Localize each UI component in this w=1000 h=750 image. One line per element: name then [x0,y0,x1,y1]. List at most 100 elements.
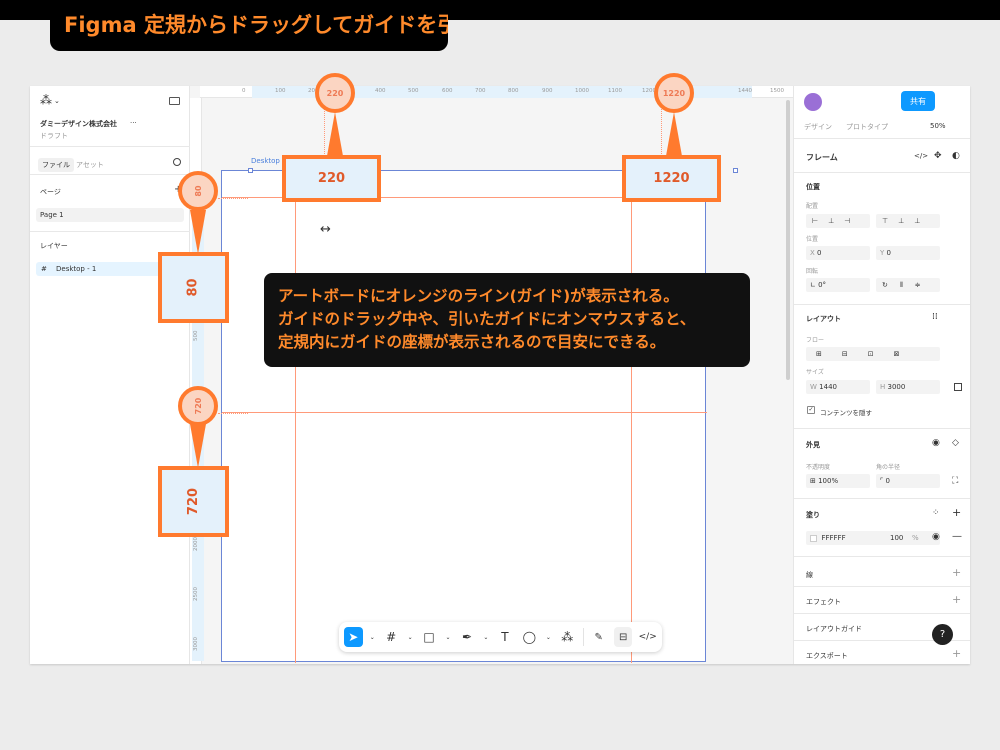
callout-box-1220: 1220 [622,155,721,202]
share-button[interactable]: 共有 [901,91,935,111]
tab-design[interactable]: デザイン [804,122,832,132]
resize-cursor-icon: ↔ [320,222,331,237]
callout-box-720: 720 [158,466,229,537]
stroke-heading[interactable]: 線 [806,570,813,580]
callout-pointer [666,112,682,156]
callout-circle-720: 720 [178,386,218,426]
actions-tool-icon[interactable]: ⁂ [558,627,577,647]
add-effect-icon[interactable]: + [952,593,961,606]
move-tool-icon[interactable]: ➤ [344,627,363,647]
appearance-heading: 外見 [806,441,820,449]
corner-icon[interactable]: ⛶ [952,476,958,486]
align-horizontal-buttons[interactable]: ⊢⊥⊣ [806,214,870,228]
ruler-tick: 0 [242,88,246,94]
ruler-tick: 900 [542,88,553,94]
ruler-tick: 3000 [193,637,199,651]
radius-value: 0 [885,477,890,485]
text-tool-icon[interactable]: T [496,627,515,647]
radius-field[interactable]: ⌜ 0 [876,474,940,488]
artboard-label[interactable]: Desktop [251,157,280,165]
fill-opacity: 100 [890,534,904,542]
design-mode-icon[interactable]: ⊟ [613,627,633,647]
x-value: 0 [817,249,822,257]
eye-icon[interactable]: ◉ [932,438,940,448]
tab-assets[interactable]: アセット [76,160,104,170]
ruler-tick: 1500 [770,88,784,94]
resize-icon[interactable] [954,383,962,391]
frame-caret-icon[interactable]: ⌄ [406,627,413,647]
selection-handle [733,168,738,173]
help-button[interactable]: ? [932,624,953,645]
comment-tool-icon[interactable]: ◯ [520,627,539,647]
callout-pointer [327,112,343,156]
fill-styles-icon[interactable]: ⁘ [932,508,940,518]
callout-circle-80: 80 [178,171,218,211]
callout-guide-line [218,413,248,414]
guide-vertical-1220[interactable] [631,171,632,663]
page-item[interactable]: Page 1 [36,208,184,222]
shape-caret-icon[interactable]: ⌄ [444,627,451,647]
tab-file[interactable]: ファイル [38,158,74,172]
org-more-icon[interactable]: ··· [130,119,137,127]
frame-label[interactable]: フレーム [806,152,838,163]
y-label: Y [880,249,885,257]
layout-options-icon[interactable]: ⁞⁞ [932,312,938,322]
search-icon[interactable] [173,158,181,166]
logo-menu-caret[interactable]: ⌄ [54,97,60,105]
comment-caret-icon[interactable]: ⌄ [545,627,552,647]
flip-buttons[interactable]: ↻⫴≑ [876,278,940,292]
remove-fill-icon[interactable]: — [952,531,962,542]
dev-mode-icon[interactable]: </> [638,627,657,647]
draw-mode-icon[interactable]: ✎ [589,627,608,647]
pos-label: 位置 [806,236,819,243]
layers-label: レイヤー [40,242,68,250]
align-label: 配置 [806,203,819,210]
pen-tool-icon[interactable]: ✒ [458,627,477,647]
add-export-icon[interactable]: + [952,647,961,660]
x-field[interactable]: X 0 [806,246,870,260]
opacity-field[interactable]: ⊞ 100% [806,474,870,488]
drop-icon[interactable]: ◇ [952,438,959,448]
frame-tool-icon[interactable]: # [382,627,401,647]
component-icon: ✥ [934,151,942,161]
align-vertical-buttons[interactable]: ⊤⊥⊥ [876,214,940,228]
avatar[interactable] [804,93,822,111]
tooltip-line: アートボードにオレンジのライン(ガイド)が表示される。 [278,287,679,305]
sidebar-toggle-icon[interactable] [169,97,180,105]
clip-checkbox[interactable]: ✓ [807,406,815,414]
tooltip-line: ガイドのドラッグ中や、引いたガイドにオンマウスすると、 [278,310,696,328]
callout-pointer [190,210,206,254]
tab-prototype[interactable]: プロトタイプ [846,122,888,132]
opacity-label: 不透明度 [806,464,831,471]
rotation-label: 回転 [806,268,819,275]
title-banner: Figma 定規からドラッグしてガイドを引く [50,0,448,51]
zoom-level[interactable]: 50% [930,122,946,130]
canvas-scrollbar[interactable] [786,100,790,380]
guide-vertical-220[interactable] [295,171,296,663]
shape-tool-icon[interactable]: □ [420,627,439,647]
org-name[interactable]: ダミーデザイン株式会社 [40,119,117,129]
pages-label: ページ [40,188,61,196]
rotation-field[interactable]: ∟ 0° [806,278,870,292]
effects-heading[interactable]: エフェクト [806,597,841,607]
fill-row[interactable]: FFFFFF 100 % [806,531,940,545]
code-icon: </> [914,152,929,160]
figma-logo-icon[interactable]: ⁂ [40,94,52,106]
fill-eye-icon[interactable]: ◉ [932,532,940,542]
y-field[interactable]: Y 0 [876,246,940,260]
width-field[interactable]: W 1440 [806,380,870,394]
flow-buttons[interactable]: ⊞⊟⊡⊠ [806,347,940,361]
add-fill-icon[interactable]: + [952,506,961,519]
move-caret-icon[interactable]: ⌄ [369,627,376,647]
export-heading[interactable]: エクスポート [806,651,848,661]
callout-box-220: 220 [282,155,381,202]
guide-horizontal-720[interactable] [222,412,707,413]
layout-guide-heading[interactable]: レイアウトガイド [806,624,862,634]
add-stroke-icon[interactable]: + [952,566,961,579]
ruler-top[interactable]: 0 100 200 300 400 500 600 700 800 900 10… [200,86,793,98]
pen-caret-icon[interactable]: ⌄ [482,627,489,647]
fill-hex: FFFFFF [821,534,846,542]
height-field[interactable]: H 3000 [876,380,940,394]
fill-swatch[interactable] [810,534,817,542]
artboard-desktop[interactable] [221,170,707,663]
